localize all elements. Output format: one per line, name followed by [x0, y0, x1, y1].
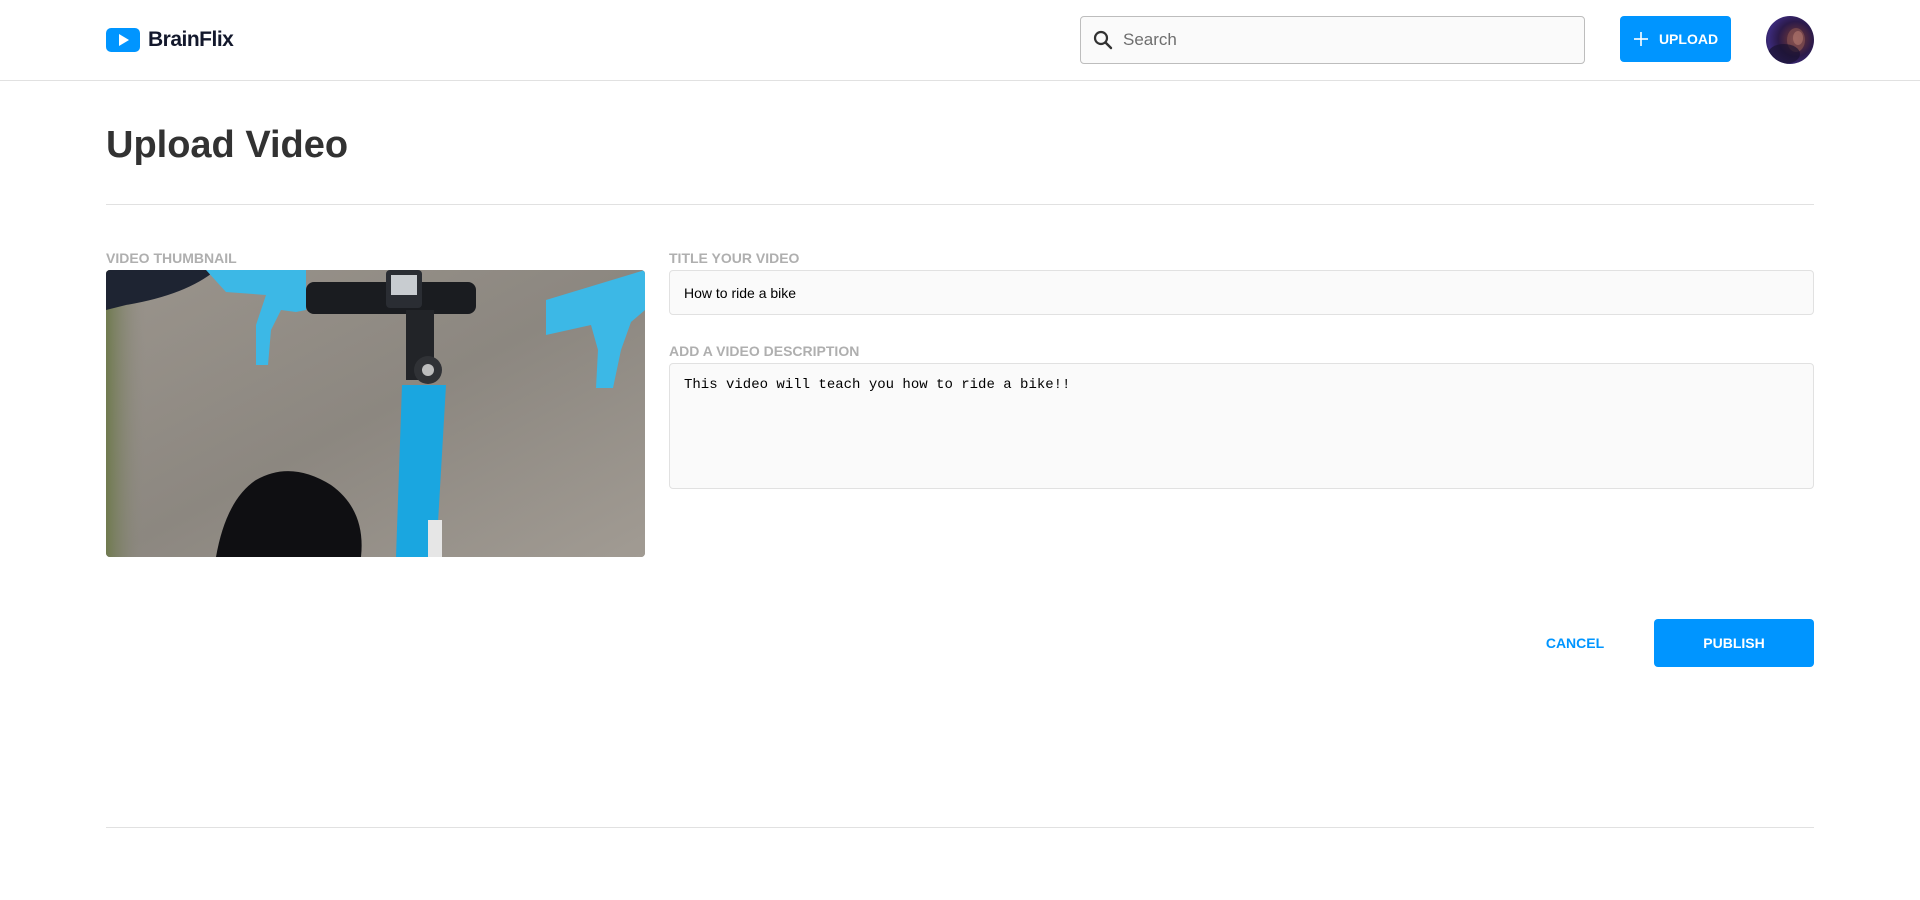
video-thumbnail	[106, 270, 645, 557]
upload-button-label: UPLOAD	[1658, 31, 1719, 47]
play-icon	[106, 28, 140, 52]
site-header: BrainFlix UPLOAD	[0, 0, 1920, 81]
footer-divider	[106, 827, 1814, 828]
plus-icon	[1633, 31, 1649, 47]
thumbnail-label: VIDEO THUMBNAIL	[106, 250, 237, 266]
cancel-button[interactable]: CANCEL	[1520, 619, 1630, 667]
brand-name: BrainFlix	[148, 28, 234, 51]
video-title-input[interactable]	[669, 270, 1814, 315]
upload-button[interactable]: UPLOAD	[1620, 16, 1731, 62]
page-title: Upload Video	[106, 124, 349, 166]
search-icon	[1093, 30, 1113, 50]
title-divider	[106, 204, 1814, 205]
search-box[interactable]	[1080, 16, 1585, 64]
video-description-input[interactable]: This video will teach you how to ride a …	[669, 363, 1814, 489]
description-label: ADD A VIDEO DESCRIPTION	[669, 343, 860, 359]
search-input[interactable]	[1123, 30, 1563, 50]
title-label: TITLE YOUR VIDEO	[669, 250, 800, 266]
brand-logo[interactable]: BrainFlix	[106, 27, 234, 53]
user-avatar[interactable]	[1766, 16, 1814, 64]
publish-button[interactable]: PUBLISH	[1654, 619, 1814, 667]
